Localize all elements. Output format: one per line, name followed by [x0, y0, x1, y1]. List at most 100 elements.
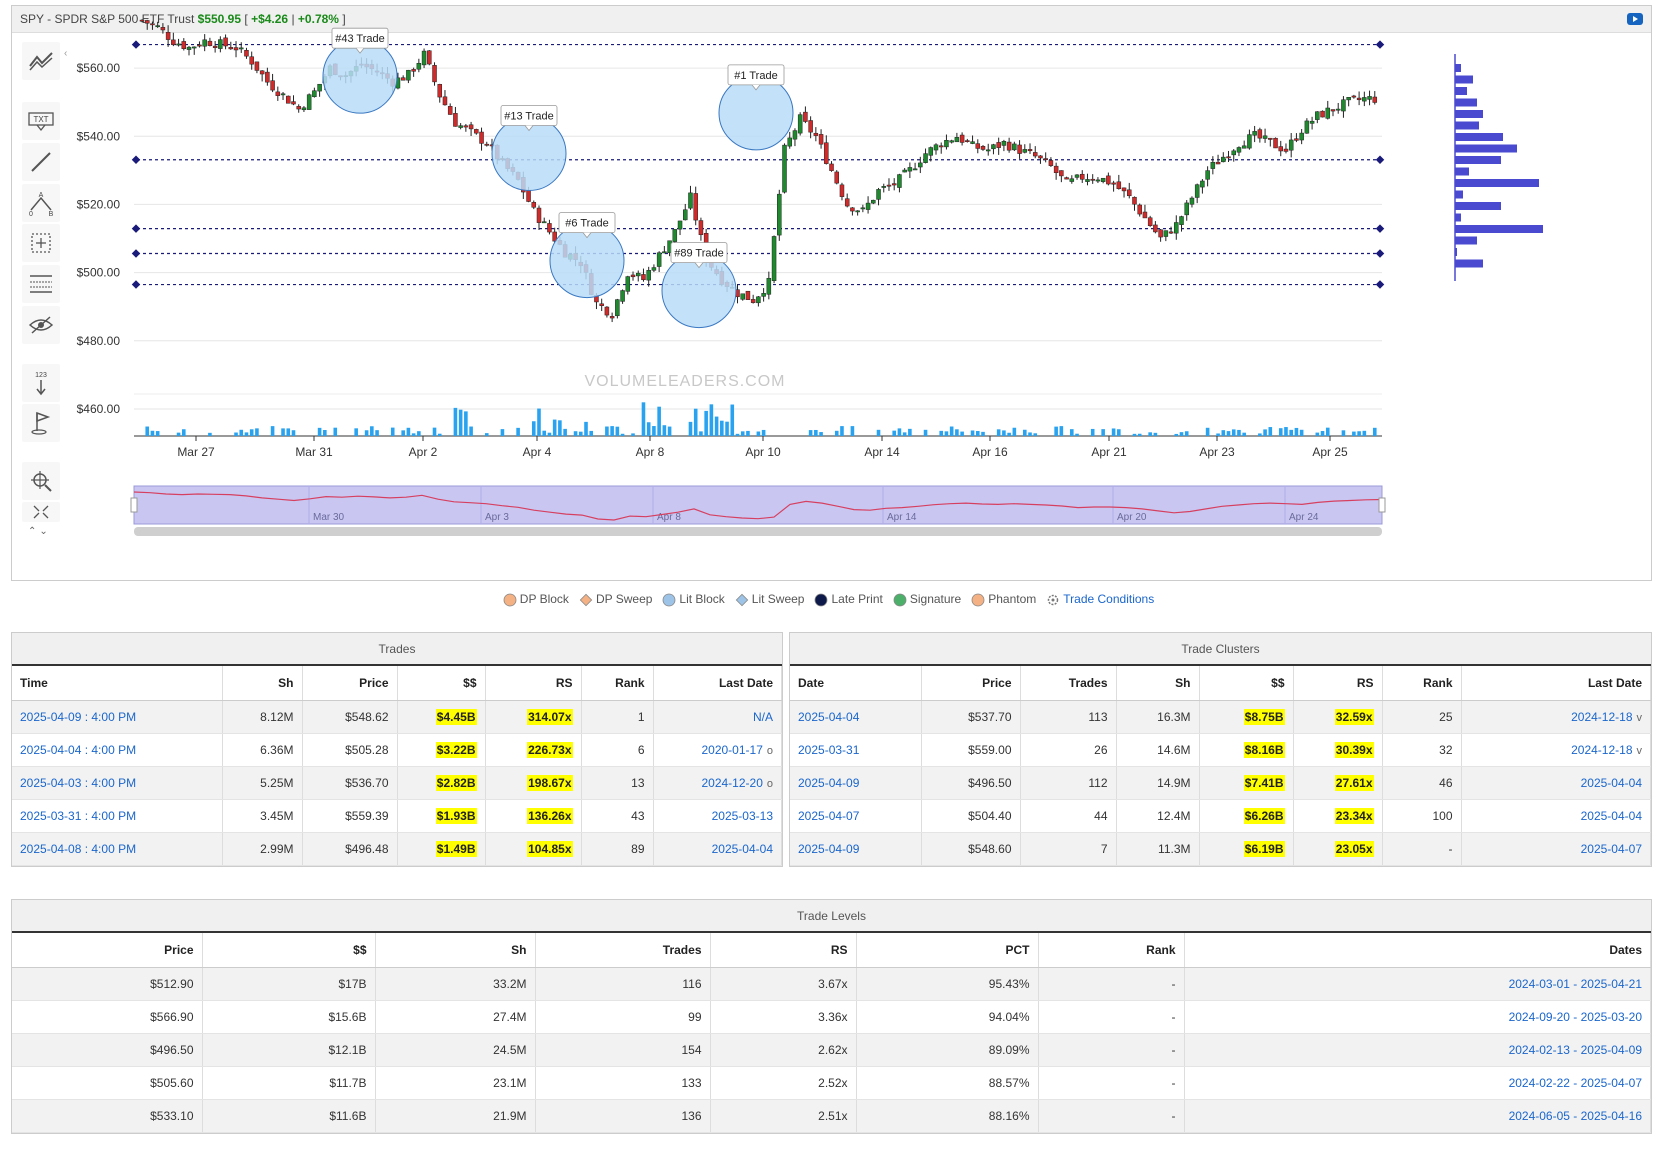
zoom-target-button[interactable] — [22, 462, 60, 500]
number-sort-button[interactable]: 123 — [22, 364, 60, 402]
cluster-date-value[interactable]: 2025-04-09 — [798, 842, 859, 856]
level-dates[interactable]: 2024-09-20 - 2025-03-20 — [1184, 1000, 1651, 1034]
legend-phantom[interactable]: Phantom — [971, 592, 1036, 607]
trade-time[interactable]: 2025-04-08 : 4:00 PM — [12, 832, 223, 866]
trade-last-date-value[interactable]: 2025-03-13 — [712, 809, 773, 823]
column-header[interactable]: Rank — [1382, 666, 1462, 701]
level-dates[interactable]: 2024-03-01 - 2025-04-21 — [1184, 967, 1651, 1001]
table-row[interactable]: $533.10 $11.6B 21.9M 136 2.51x 88.16% - 2024-06… — [12, 1099, 1651, 1133]
trade-time-value[interactable]: 2025-03-31 : 4:00 PM — [20, 809, 136, 823]
legend-signature[interactable]: Signature — [893, 592, 961, 607]
column-header[interactable]: $$ — [397, 666, 486, 701]
level-dates-value[interactable]: 2024-06-05 - 2025-04-16 — [1509, 1109, 1642, 1123]
level-dates-value[interactable]: 2024-02-22 - 2025-04-07 — [1509, 1076, 1642, 1090]
level-dates[interactable]: 2024-02-22 - 2025-04-07 — [1184, 1066, 1651, 1100]
navigator[interactable]: Mar 30 Apr 3 Apr 8 Apr 14 Apr 20 Apr 24 — [130, 485, 1386, 536]
legend-dp-sweep[interactable]: DP Sweep — [579, 592, 652, 607]
column-header[interactable]: Price — [921, 666, 1021, 701]
column-header[interactable]: Price — [302, 666, 398, 701]
column-header[interactable]: Dates — [1184, 933, 1651, 968]
table-row[interactable]: $505.60 $11.7B 23.1M 133 2.52x 88.57% - 2024-02… — [12, 1066, 1651, 1100]
trade-time-value[interactable]: 2025-04-03 : 4:00 PM — [20, 776, 136, 790]
level-dates[interactable]: 2024-06-05 - 2025-04-16 — [1184, 1099, 1651, 1133]
cluster-last-date[interactable]: 2025-04-04 — [1461, 799, 1651, 833]
fullscreen-button[interactable] — [22, 502, 60, 522]
cluster-date[interactable]: 2025-04-07 — [790, 799, 922, 833]
text-annotation-button[interactable]: TXT — [22, 102, 60, 140]
level-dates-value[interactable]: 2024-02-13 - 2025-04-09 — [1509, 1043, 1642, 1057]
price-chart[interactable]: $560.00 $540.00 $520.00 $500.00 $480.00 $460.… — [12, 6, 1653, 582]
column-header[interactable]: RS — [710, 933, 857, 968]
cluster-date-value[interactable]: 2025-03-31 — [798, 743, 859, 757]
legend-lit-block[interactable]: Lit Block — [662, 592, 725, 607]
trade-last-date-value[interactable]: 2020-01-17 — [701, 743, 762, 757]
table-row[interactable]: 2025-04-03 : 4:00 PM 5.25M $536.70 $2.82B 19… — [12, 766, 782, 800]
legend-dp-block[interactable]: DP Block — [503, 592, 569, 607]
chevron-down-icon[interactable]: ⌄ — [39, 526, 50, 537]
cluster-date[interactable]: 2025-04-09 — [790, 832, 922, 866]
trade-time[interactable]: 2025-04-09 : 4:00 PM — [12, 700, 223, 734]
column-header[interactable]: Time — [12, 666, 223, 701]
cluster-last-date-value[interactable]: 2025-04-07 — [1581, 842, 1642, 856]
cluster-last-date[interactable]: 2025-04-04 — [1461, 766, 1651, 800]
legend-late-print[interactable]: Late Print — [814, 592, 883, 607]
cluster-date[interactable]: 2025-03-31 — [790, 733, 922, 767]
legend-trade-conditions[interactable]: Trade Conditions — [1046, 592, 1154, 607]
trade-time[interactable]: 2025-04-03 : 4:00 PM — [12, 766, 223, 800]
table-row[interactable]: 2025-04-09 $496.50 112 14.9M $7.41B 27.61x 46 2… — [790, 766, 1651, 800]
column-header[interactable]: Trades — [535, 933, 711, 968]
trade-last-date[interactable]: 2024-12-20 o — [653, 766, 782, 800]
cluster-date-value[interactable]: 2025-04-09 — [798, 776, 859, 790]
cluster-date[interactable]: 2025-04-09 — [790, 766, 922, 800]
trade-time[interactable]: 2025-04-04 : 4:00 PM — [12, 733, 223, 767]
cluster-date-value[interactable]: 2025-04-04 — [798, 710, 859, 724]
navigator-scrollbar[interactable] — [134, 527, 1382, 536]
cluster-date-value[interactable]: 2025-04-07 — [798, 809, 859, 823]
indicators-button[interactable] — [22, 42, 60, 80]
collapse-toolbar-icon[interactable]: ‹ — [64, 48, 67, 59]
table-row[interactable]: 2025-04-08 : 4:00 PM 2.99M $496.48 $1.49B 10… — [12, 832, 782, 866]
level-dates-value[interactable]: 2024-03-01 - 2025-04-21 — [1509, 977, 1642, 991]
scroll-arrows[interactable]: ⌃⌄ — [28, 526, 51, 537]
hide-drawings-button[interactable] — [22, 306, 60, 344]
column-header[interactable]: $$ — [1199, 666, 1294, 701]
column-header[interactable]: Sh — [1116, 666, 1200, 701]
column-header[interactable]: Date — [790, 666, 922, 701]
trade-time-value[interactable]: 2025-04-09 : 4:00 PM — [20, 710, 136, 724]
chevron-up-icon[interactable]: ⌃ — [28, 526, 39, 537]
column-header[interactable]: $$ — [202, 933, 376, 968]
trade-last-date-value[interactable]: 2024-12-20 — [701, 776, 762, 790]
table-row[interactable]: 2025-04-09 $548.60 7 11.3M $6.19B 23.05x - 2025… — [790, 832, 1651, 866]
column-header[interactable]: Trades — [1020, 666, 1117, 701]
level-dates-value[interactable]: 2024-09-20 - 2025-03-20 — [1509, 1010, 1642, 1024]
column-header[interactable]: Sh — [222, 666, 303, 701]
column-header[interactable]: Rank — [1038, 933, 1185, 968]
column-header[interactable]: Price — [12, 933, 203, 968]
cluster-last-date[interactable]: 2024-12-18 v — [1461, 733, 1651, 767]
cluster-last-date-value[interactable]: 2025-04-04 — [1581, 809, 1642, 823]
cluster-last-date-value[interactable]: 2024-12-18 — [1571, 743, 1632, 757]
cluster-last-date-value[interactable]: 2025-04-04 — [1581, 776, 1642, 790]
trade-last-date[interactable]: N/A — [653, 700, 782, 734]
column-header[interactable]: Sh — [375, 933, 536, 968]
trade-time[interactable]: 2025-03-31 : 4:00 PM — [12, 799, 223, 833]
table-row[interactable]: 2025-04-09 : 4:00 PM 8.12M $548.62 $4.45B 31… — [12, 700, 782, 734]
crosshair-select-button[interactable] — [22, 224, 60, 262]
trade-last-date-value[interactable]: N/A — [753, 710, 773, 724]
trade-bubbles[interactable]: #43 Trade #13 Trade #6 Trade #89 Trade #1 Tr… — [322, 27, 794, 329]
trade-last-date[interactable]: 2025-03-13 — [653, 799, 782, 833]
line-draw-button[interactable] — [22, 143, 60, 181]
trade-time-value[interactable]: 2025-04-08 : 4:00 PM — [20, 842, 136, 856]
navigator-handle-left[interactable] — [130, 497, 138, 513]
cluster-last-date[interactable]: 2024-12-18 v — [1461, 700, 1651, 734]
column-header[interactable]: RS — [485, 666, 582, 701]
cluster-last-date[interactable]: 2025-04-07 — [1461, 832, 1651, 866]
trade-time-value[interactable]: 2025-04-04 : 4:00 PM — [20, 743, 136, 757]
table-grid-button[interactable] — [22, 265, 60, 303]
table-row[interactable]: 2025-04-04 $537.70 113 16.3M $8.75B 32.59x 25 2… — [790, 700, 1651, 734]
legend-lit-sweep[interactable]: Lit Sweep — [735, 592, 804, 607]
trade-last-date[interactable]: 2025-04-04 — [653, 832, 782, 866]
table-row[interactable]: 2025-04-04 : 4:00 PM 6.36M $505.28 $3.22B 22… — [12, 733, 782, 767]
table-row[interactable]: $512.90 $17B 33.2M 116 3.67x 95.43% - 2024-03-0… — [12, 967, 1651, 1001]
column-header[interactable]: RS — [1293, 666, 1383, 701]
